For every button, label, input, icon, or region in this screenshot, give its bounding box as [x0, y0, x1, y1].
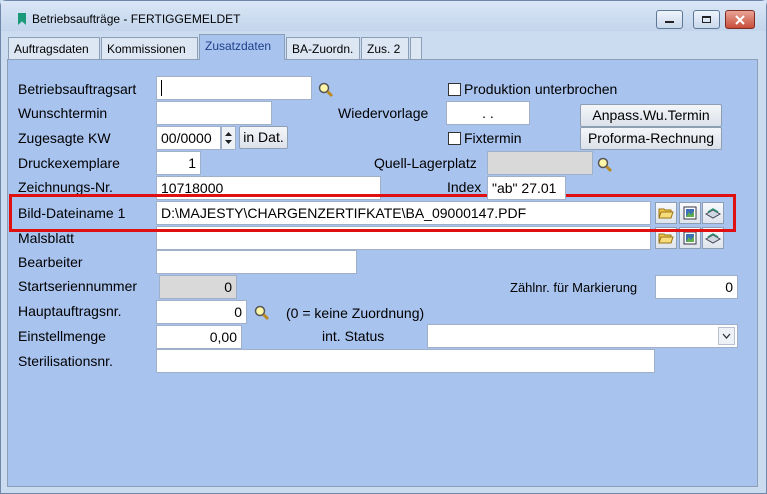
search-icon[interactable] — [254, 305, 270, 321]
produktion-unterbrochen-checkbox[interactable] — [448, 83, 461, 96]
picture-icon — [683, 231, 697, 245]
spinner-arrows-icon — [225, 132, 232, 144]
druckexemplare-label: Druckexemplare — [18, 155, 120, 171]
tab-zus-2[interactable]: Zus. 2 — [361, 37, 409, 59]
druckexemplare-input[interactable]: 1 — [156, 151, 201, 175]
zaehlnr-label: Zählnr. für Markierung — [510, 280, 638, 295]
in-dat-button[interactable]: in Dat. — [239, 126, 288, 149]
maximize-icon — [702, 16, 711, 23]
index-input[interactable]: "ab" 27.01 — [487, 176, 566, 200]
quell-lagerplatz-input — [487, 151, 593, 175]
bearbeiter-input[interactable] — [156, 250, 357, 274]
tab-empty[interactable] — [410, 37, 422, 59]
bookmark-icon — [18, 13, 26, 25]
tab-auftragsdaten[interactable]: Auftragsdaten — [8, 37, 100, 59]
betriebsauftragsart-input[interactable] — [156, 76, 312, 100]
sterilisationsnr-label: Sterilisationsnr. — [18, 353, 113, 369]
maximize-button[interactable] — [693, 10, 720, 29]
wunschtermin-input[interactable] — [156, 101, 272, 125]
close-button[interactable] — [725, 10, 755, 29]
einstellmenge-label: Einstellmenge — [18, 328, 106, 344]
highlight-box — [9, 194, 736, 232]
fixtermin-checkbox[interactable] — [448, 132, 461, 145]
hauptauftragsnr-label: Hauptauftragsnr. — [18, 303, 122, 319]
search-icon[interactable] — [597, 157, 613, 173]
wiedervorlage-input[interactable]: . . — [446, 101, 530, 125]
scanner-icon — [705, 233, 721, 244]
close-icon — [735, 14, 745, 25]
malsblatt-label: Malsblatt — [18, 230, 75, 246]
main-window: Betriebsaufträge - FERTIGGEMELDET Auftra… — [0, 0, 767, 494]
bearbeiter-label: Bearbeiter — [18, 254, 83, 270]
folder-icon — [658, 233, 674, 244]
anpass-wu-termin-button[interactable]: Anpass.Wu.Termin — [580, 104, 722, 127]
zaehlnr-input[interactable]: 0 — [655, 275, 738, 299]
zeichnungs-nr-label: Zeichnungs-Nr. — [18, 179, 113, 195]
int-status-label: int. Status — [322, 328, 385, 344]
tab-kommissionen[interactable]: Kommissionen — [101, 37, 198, 59]
startseriennummer-label: Startseriennummer — [18, 278, 138, 294]
minimize-icon — [665, 21, 674, 23]
quell-lagerplatz-label: Quell-Lagerplatz — [374, 155, 477, 171]
hauptauftragsnr-hint: (0 = keine Zuordnung) — [286, 305, 425, 321]
betriebsauftragsart-label: Betriebsauftragsart — [18, 81, 137, 97]
produktion-unterbrochen-label: Produktion unterbrochen — [464, 81, 618, 97]
tab-ba-zuordn[interactable]: BA-Zuordn. — [286, 37, 360, 59]
einstellmenge-input[interactable]: 0,00 — [156, 325, 242, 349]
text-cursor — [161, 80, 162, 96]
kw-spinner[interactable] — [221, 126, 236, 150]
wiedervorlage-label: Wiedervorlage — [338, 105, 429, 121]
search-icon[interactable] — [318, 82, 334, 98]
fixtermin-label: Fixtermin — [464, 130, 522, 146]
int-status-select[interactable] — [427, 324, 738, 348]
proforma-rechnung-button[interactable]: Proforma-Rechnung — [580, 127, 722, 150]
dropdown-button[interactable] — [718, 327, 735, 345]
tab-zusatzdaten[interactable]: Zusatzdaten — [199, 34, 285, 60]
chevron-down-icon — [722, 333, 731, 339]
zugesagte-kw-input[interactable]: 00/0000 — [156, 126, 221, 150]
sterilisationsnr-input[interactable] — [156, 349, 655, 373]
title-bar: Betriebsaufträge - FERTIGGEMELDET — [1, 1, 766, 31]
minimize-button[interactable] — [656, 10, 683, 29]
hauptauftragsnr-input[interactable]: 0 — [156, 300, 247, 324]
zugesagte-kw-label: Zugesagte KW — [18, 130, 111, 146]
startseriennummer-input: 0 — [159, 275, 237, 299]
index-label: Index — [447, 179, 482, 195]
wunschtermin-label: Wunschtermin — [18, 105, 108, 121]
window-title: Betriebsaufträge - FERTIGGEMELDET — [32, 12, 241, 26]
